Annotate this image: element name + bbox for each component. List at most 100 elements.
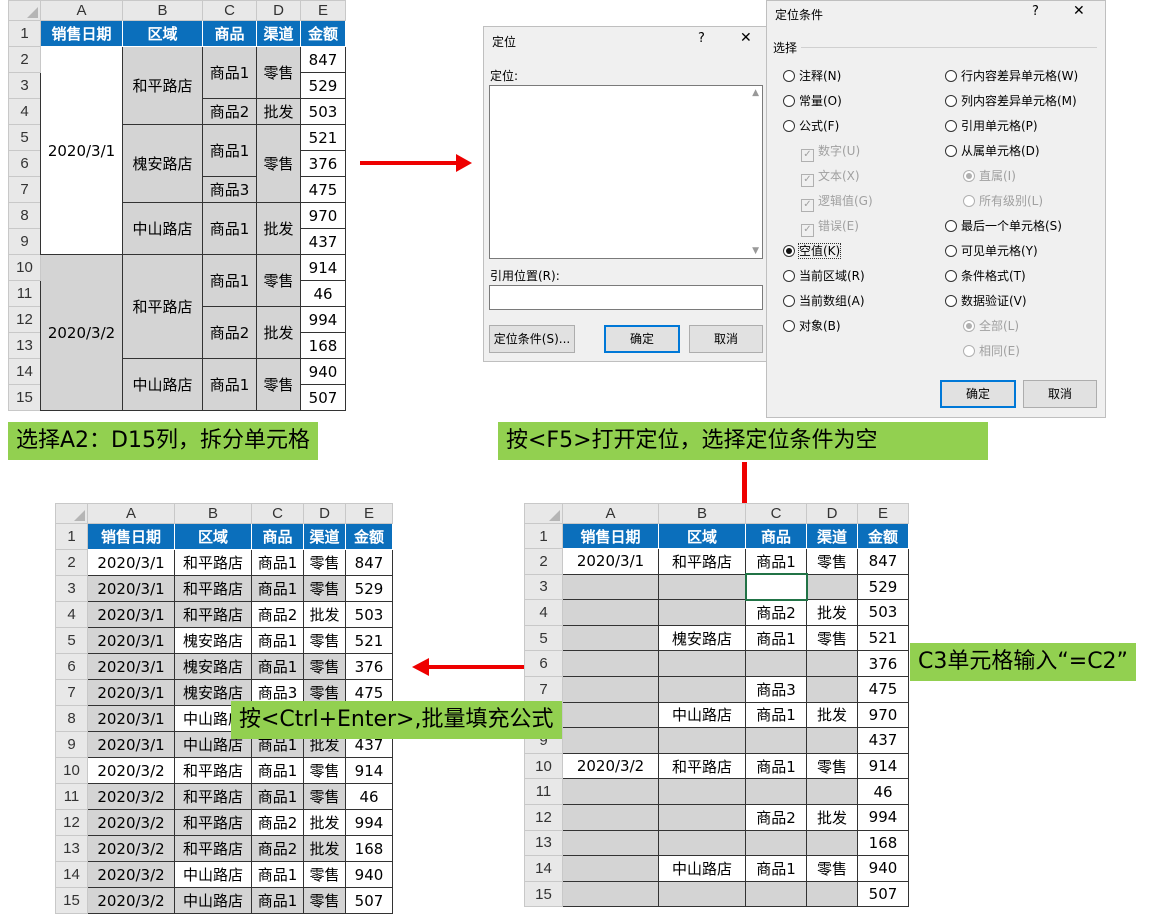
radio-last-cell[interactable]: 最后一个单元格(S) <box>945 217 1062 234</box>
amount-cell[interactable]: 507 <box>300 384 346 411</box>
row-header[interactable]: 12 <box>524 803 563 831</box>
amount-cell[interactable]: 507 <box>345 887 393 914</box>
product-cell[interactable]: 商品1 <box>251 575 304 602</box>
row-header[interactable]: 1 <box>8 20 41 47</box>
product-cell[interactable]: 商品1 <box>251 549 304 576</box>
header-cell[interactable]: 商品 <box>251 523 304 550</box>
date-cell[interactable]: 2020/3/1 <box>87 731 175 758</box>
amount-cell[interactable]: 994 <box>345 809 393 836</box>
region-cell[interactable] <box>658 727 746 754</box>
check-errors[interactable]: ✓ 错误(E) <box>801 217 859 237</box>
amount-cell[interactable]: 994 <box>857 803 909 831</box>
product-cell[interactable]: 商品2 <box>202 98 257 125</box>
channel-cell[interactable]: 零售 <box>303 575 346 602</box>
select-all-corner[interactable] <box>524 503 563 524</box>
date-cell[interactable]: 2020/3/1 <box>87 653 175 680</box>
row-header[interactable]: 8 <box>8 202 41 229</box>
amount-cell[interactable]: 521 <box>857 624 909 652</box>
radio-precedents[interactable]: 引用单元格(P) <box>945 117 1038 134</box>
row-header[interactable]: 7 <box>524 675 563 703</box>
channel-cell[interactable]: 零售 <box>256 46 301 99</box>
date-cell[interactable] <box>562 880 659 908</box>
date-cell[interactable]: 2020/3/1 <box>562 548 659 575</box>
product-cell[interactable]: 商品1 <box>202 254 257 307</box>
row-header[interactable]: 3 <box>524 573 563 601</box>
region-cell[interactable]: 槐安路店 <box>122 124 203 203</box>
radio-same[interactable]: 相同(E) <box>963 342 1020 359</box>
col-header-b[interactable]: B <box>174 503 252 524</box>
product-cell[interactable]: 商品1 <box>251 627 304 654</box>
product-cell[interactable]: 商品3 <box>745 675 807 703</box>
col-header-d[interactable]: D <box>256 0 301 21</box>
date-cell[interactable] <box>562 675 659 703</box>
amount-cell[interactable]: 46 <box>345 783 393 810</box>
amount-cell[interactable]: 529 <box>345 575 393 602</box>
date-cell[interactable] <box>562 803 659 831</box>
row-header[interactable]: 12 <box>8 306 41 333</box>
channel-cell[interactable]: 零售 <box>806 548 858 575</box>
amount-cell[interactable]: 970 <box>300 202 346 229</box>
product-cell[interactable] <box>745 778 807 805</box>
channel-cell[interactable] <box>806 778 858 805</box>
col-header-d[interactable]: D <box>303 503 346 524</box>
channel-cell[interactable] <box>806 727 858 754</box>
product-cell[interactable]: 商品2 <box>745 803 807 831</box>
date-cell[interactable] <box>562 650 659 677</box>
header-cell[interactable]: 区域 <box>658 523 746 549</box>
row-header[interactable]: 13 <box>55 835 88 862</box>
amount-cell[interactable]: 521 <box>300 124 346 151</box>
amount-cell[interactable]: 376 <box>345 653 393 680</box>
date-cell[interactable]: 2020/3/2 <box>87 835 175 862</box>
channel-cell[interactable] <box>806 675 858 703</box>
radio-current-array[interactable]: 当前数组(A) <box>783 292 865 309</box>
row-header[interactable]: 9 <box>55 731 88 758</box>
col-header-e[interactable]: E <box>345 503 393 524</box>
row-header[interactable]: 11 <box>524 778 563 805</box>
help-icon[interactable]: ? <box>1032 4 1039 19</box>
row-header[interactable]: 10 <box>524 752 563 780</box>
radio-all[interactable]: 全部(L) <box>963 317 1019 334</box>
product-cell[interactable]: 商品2 <box>251 809 304 836</box>
product-cell[interactable]: 商品1 <box>745 752 807 780</box>
row-header[interactable]: 3 <box>8 72 41 99</box>
header-cell[interactable]: 区域 <box>174 523 252 550</box>
col-header-e[interactable]: E <box>300 0 346 21</box>
channel-cell[interactable] <box>806 573 858 601</box>
region-cell[interactable] <box>658 599 746 626</box>
header-cell[interactable]: 金额 <box>345 523 393 550</box>
amount-cell[interactable]: 437 <box>300 228 346 255</box>
channel-cell[interactable]: 零售 <box>303 887 346 914</box>
header-cell[interactable]: 销售日期 <box>87 523 175 550</box>
goto-listbox[interactable]: ▲ ▼ <box>489 85 763 259</box>
header-cell[interactable]: 销售日期 <box>40 20 123 47</box>
col-header-c[interactable]: C <box>745 503 807 524</box>
radio-data-validation[interactable]: 数据验证(V) <box>945 292 1027 309</box>
region-cell[interactable]: 中山路店 <box>122 202 203 255</box>
amount-cell[interactable]: 521 <box>345 627 393 654</box>
region-cell[interactable]: 和平路店 <box>174 757 252 784</box>
region-cell[interactable]: 和平路店 <box>122 254 203 359</box>
header-cell[interactable]: 销售日期 <box>562 523 659 549</box>
radio-current-region[interactable]: 当前区域(R) <box>783 267 865 284</box>
product-cell[interactable]: 商品1 <box>202 358 257 411</box>
header-cell[interactable]: 渠道 <box>303 523 346 550</box>
date-cell[interactable]: 2020/3/1 <box>87 679 175 706</box>
region-cell[interactable]: 和平路店 <box>174 809 252 836</box>
channel-cell[interactable]: 零售 <box>256 254 301 307</box>
product-cell[interactable]: 商品1 <box>251 757 304 784</box>
region-cell[interactable] <box>658 675 746 703</box>
channel-cell[interactable]: 批发 <box>303 601 346 628</box>
channel-cell[interactable] <box>806 650 858 677</box>
amount-cell[interactable]: 847 <box>345 549 393 576</box>
row-header[interactable]: 6 <box>55 653 88 680</box>
select-all-corner[interactable] <box>8 0 41 21</box>
row-header[interactable]: 14 <box>55 861 88 888</box>
header-cell[interactable]: 区域 <box>122 20 203 47</box>
amount-cell[interactable]: 970 <box>857 701 909 729</box>
date-cell[interactable] <box>562 624 659 652</box>
date-cell[interactable] <box>562 573 659 601</box>
channel-cell[interactable]: 批发 <box>256 306 301 359</box>
date-cell[interactable]: 2020/3/2 <box>87 809 175 836</box>
col-header-a[interactable]: A <box>87 503 175 524</box>
row-header[interactable]: 10 <box>8 254 41 281</box>
